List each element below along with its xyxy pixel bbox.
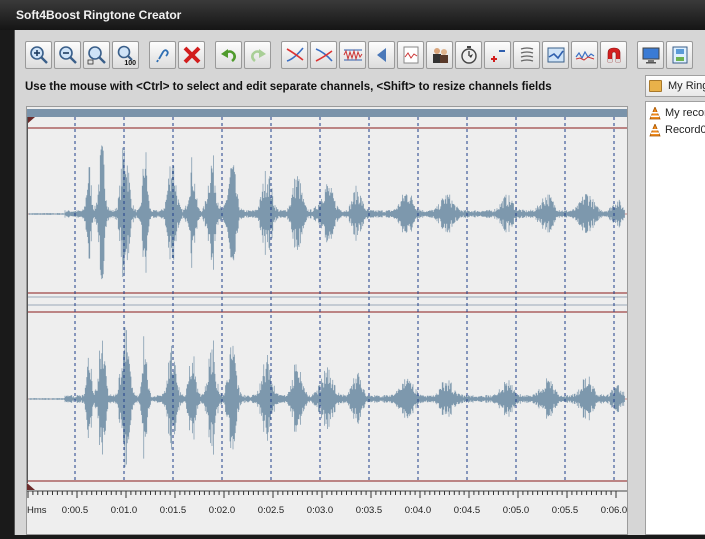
zoom-in-button[interactable] — [25, 41, 52, 69]
zoom-in-icon — [29, 45, 49, 65]
start-marker-bottom — [27, 483, 35, 490]
vlc-cone-icon — [649, 106, 661, 119]
reverse-icon — [372, 45, 392, 65]
redo-icon — [248, 45, 268, 65]
channel-1-waveform — [28, 145, 625, 280]
redo-button[interactable] — [244, 41, 271, 69]
echo-icon — [517, 45, 537, 65]
echo-button[interactable] — [513, 41, 540, 69]
playlist-folder-header[interactable]: My Ringt — [645, 75, 705, 97]
playlist-panel: My Ringt My recor Record0 — [645, 75, 705, 535]
undo-button[interactable] — [215, 41, 242, 69]
zoom-fit-button[interactable] — [83, 41, 110, 69]
toolbar: 100 — [25, 38, 695, 72]
delete-button[interactable] — [178, 41, 205, 69]
magnet-icon — [604, 45, 624, 65]
folder-icon — [649, 80, 662, 92]
waveform-editor[interactable]: Hms 0:00.5 0:01.0 0:01.5 0:02.0 0:02.5 0:03.0 0… — [26, 106, 628, 535]
vlc-cone-icon — [649, 123, 661, 136]
list-item-label: My recor — [665, 107, 705, 119]
ruler-time-label: 0:01.5 — [160, 505, 186, 516]
computer-icon — [641, 45, 661, 65]
volume-button[interactable] — [484, 41, 511, 69]
list-item[interactable]: My recor — [649, 105, 705, 121]
stopwatch-icon — [459, 45, 479, 65]
channel-2-waveform — [28, 327, 625, 468]
window-title: Soft4Boost Ringtone Creator — [16, 8, 182, 22]
tempo-button[interactable] — [455, 41, 482, 69]
computer-button[interactable] — [637, 41, 664, 69]
ruler-time-label: 0:01.0 — [111, 505, 137, 516]
voice-button[interactable] — [426, 41, 453, 69]
fade-out-button[interactable] — [310, 41, 337, 69]
ruler-time-label: 0:05.0 — [503, 505, 529, 516]
normalize-button[interactable] — [339, 41, 366, 69]
title-bar: Soft4Boost Ringtone Creator — [0, 0, 705, 30]
fade-out-icon — [314, 45, 334, 65]
zoom-fit-icon — [87, 45, 107, 65]
waveform-canvas[interactable]: Hms 0:00.5 0:01.0 0:01.5 0:02.0 0:02.5 0:03.0 0… — [27, 107, 627, 534]
compress-button[interactable] — [542, 41, 569, 69]
save-device-icon — [670, 45, 690, 65]
ruler-time-label: 0:06.0 — [601, 505, 627, 516]
silence-icon — [401, 45, 421, 65]
playlist-list[interactable]: My recor Record0 — [645, 101, 705, 535]
ruler-time-label: 0:05.5 — [552, 505, 578, 516]
silence-button[interactable] — [397, 41, 424, 69]
main-window: 100 Use the mouse with <Ctrl> to select … — [14, 30, 705, 535]
ruler-time-label: 0:04.0 — [405, 505, 431, 516]
ruler-time-label: 0:03.0 — [307, 505, 333, 516]
list-item-label: Record0 — [665, 124, 705, 136]
zoom-out-button[interactable] — [54, 41, 81, 69]
fade-in-button[interactable] — [281, 41, 308, 69]
zoom-out-icon — [58, 45, 78, 65]
save-device-button[interactable] — [666, 41, 693, 69]
start-marker-top — [27, 117, 35, 124]
ruler-time-label: 0:02.0 — [209, 505, 235, 516]
undo-icon — [219, 45, 239, 65]
delete-x-icon — [182, 45, 202, 65]
normalize-icon — [343, 45, 363, 65]
compress-icon — [546, 45, 566, 65]
ruler-time-label: 0:04.5 — [454, 505, 480, 516]
zoom-100-button[interactable]: 100 — [112, 41, 139, 69]
playlist-folder-label: My Ringt — [668, 80, 705, 92]
ruler-time-label: 0:02.5 — [258, 505, 284, 516]
fade-in-icon — [285, 45, 305, 65]
waveform-header-bar — [27, 109, 627, 117]
magnet-button[interactable] — [600, 41, 627, 69]
zoom-100-text: 100 — [124, 60, 136, 67]
equalizer-icon — [575, 45, 595, 65]
ruler-time-label: 0:00.5 — [62, 505, 88, 516]
list-item[interactable]: Record0 — [649, 122, 705, 138]
ruler-time-label: 0:03.5 — [356, 505, 382, 516]
equalizer-button[interactable] — [571, 41, 598, 69]
ruler-unit-label: Hms — [27, 505, 47, 516]
link-icon — [153, 45, 173, 65]
reverse-button[interactable] — [368, 41, 395, 69]
hint-text: Use the mouse with <Ctrl> to select and … — [25, 81, 552, 93]
link-button[interactable] — [149, 41, 176, 69]
plus-minus-icon — [488, 45, 508, 65]
people-icon — [430, 45, 450, 65]
